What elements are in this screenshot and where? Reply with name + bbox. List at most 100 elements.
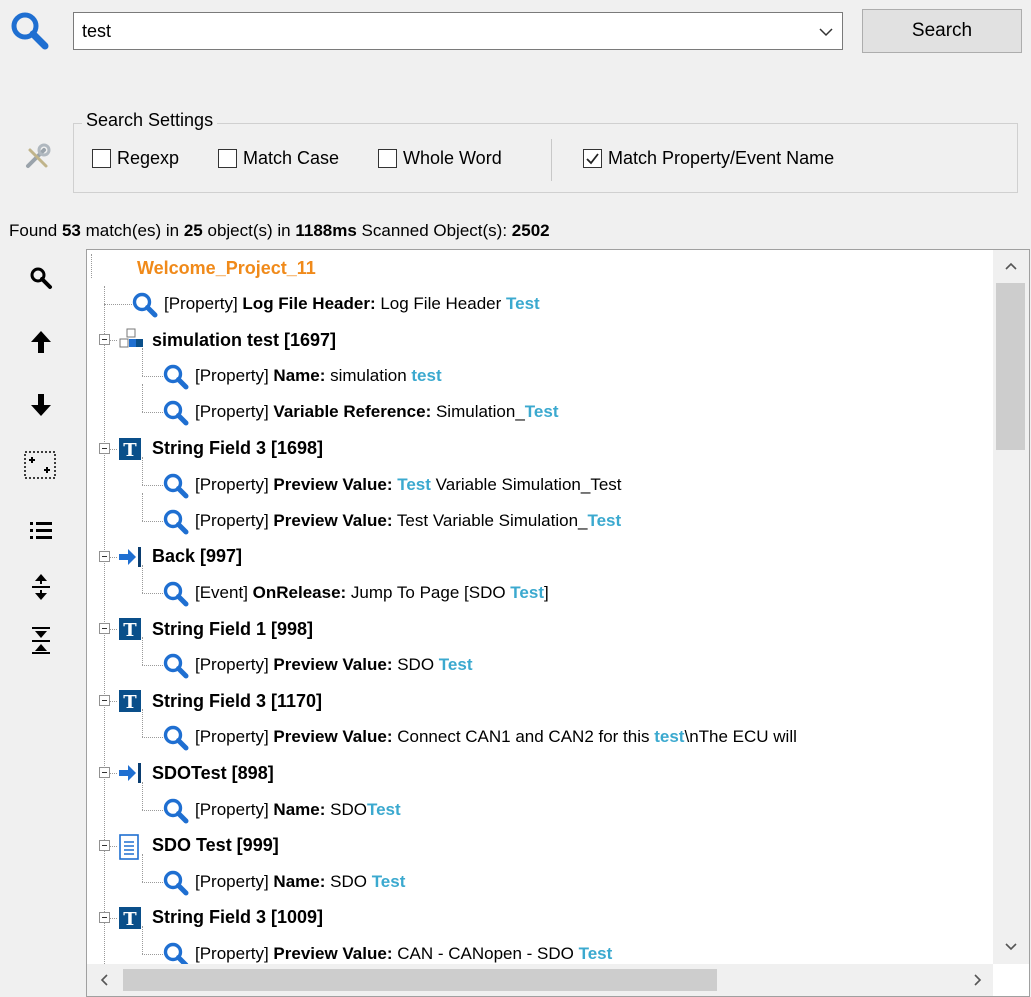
result-type: [Event] <box>195 582 253 602</box>
tree-node[interactable]: T String Field 3 [1170] <box>118 683 322 719</box>
search-icon <box>163 364 189 390</box>
svg-text:T: T <box>123 440 137 461</box>
tree-guide-line <box>142 881 163 883</box>
search-result-item[interactable]: [Property] Name: SDO Test <box>163 864 405 900</box>
result-text: Test Variable Simulation_ <box>392 510 588 530</box>
tree-guide-line <box>142 709 143 738</box>
string-field-icon: T <box>118 437 142 461</box>
search-button[interactable]: Search <box>862 9 1022 53</box>
tree-guide-line <box>142 809 163 811</box>
expand-toggle[interactable] <box>99 550 110 562</box>
result-label: Log File Header: <box>242 294 376 314</box>
collapse-all-icon[interactable] <box>26 625 56 655</box>
result-text: SDO <box>325 871 372 891</box>
search-result-item[interactable]: [Property] Variable Reference: Simulatio… <box>163 394 559 430</box>
tree-guide-line <box>142 781 143 810</box>
tree-guide-line <box>142 348 143 377</box>
svg-text:T: T <box>123 692 137 713</box>
checkbox-box[interactable] <box>583 149 602 168</box>
search-icon <box>163 400 189 426</box>
scroll-down-icon[interactable] <box>1003 939 1019 955</box>
search-result-item[interactable]: [Property] Name: simulation test <box>163 358 442 394</box>
expand-toggle[interactable] <box>99 767 110 779</box>
tree-guide-line <box>142 925 143 954</box>
scroll-right-icon[interactable] <box>970 972 986 988</box>
tools-icon[interactable] <box>22 142 52 172</box>
tree-node[interactable]: T String Field 3 [1698] <box>118 431 323 467</box>
tree-node[interactable]: T String Field 3 [1009] <box>118 900 323 936</box>
expand-toggle[interactable] <box>99 442 110 454</box>
tree-node[interactable]: Back [997] <box>118 539 242 575</box>
result-highlight: Test <box>371 871 406 891</box>
scroll-up-icon[interactable] <box>1003 258 1019 274</box>
tree-guide-line <box>142 665 163 667</box>
search-result-item[interactable]: [Property] Preview Value: Connect CAN1 a… <box>163 719 797 755</box>
match-case-checkbox[interactable]: Match Case <box>218 148 339 169</box>
regexp-checkbox[interactable]: Regexp <box>92 148 179 169</box>
expand-toggle[interactable] <box>99 623 110 634</box>
result-type: [Property] <box>195 510 274 530</box>
expand-toggle[interactable] <box>99 839 110 851</box>
tree-guide-line <box>142 953 163 955</box>
tree-node-title: SDO Test [999] <box>152 835 279 856</box>
tree-node-title: SDOTest [898] <box>152 762 274 783</box>
match-property-checkbox[interactable]: Match Property/Event Name <box>583 148 834 169</box>
checkbox-box[interactable] <box>92 149 111 168</box>
search-result-item[interactable]: [Property] Name: SDO Test <box>163 792 401 828</box>
find-icon[interactable] <box>26 263 56 293</box>
result-highlight: Test <box>587 510 622 530</box>
tree-node[interactable]: simulation test [1697] <box>118 322 336 358</box>
result-text: Variable Simulation_Test <box>430 474 622 494</box>
tree-guide-line <box>142 376 163 378</box>
result-type: [Property] <box>195 799 274 819</box>
whole-word-label: Whole Word <box>403 148 502 168</box>
tree-guide-line <box>110 448 117 450</box>
search-input[interactable] <box>82 13 802 49</box>
page-icon <box>118 833 142 860</box>
search-results-tree[interactable]: Welcome_Project_11 [Property] Log File He… <box>86 249 1030 997</box>
result-type: [Property] <box>195 943 274 963</box>
tree-guide-line <box>110 845 117 847</box>
search-combobox[interactable] <box>73 12 843 50</box>
result-type: [Property] <box>195 402 274 422</box>
expand-toggle[interactable] <box>99 911 110 923</box>
list-icon[interactable] <box>26 515 56 545</box>
result-type: [Property] <box>164 294 243 314</box>
result-type: [Property] <box>195 727 274 747</box>
search-icon <box>163 798 189 823</box>
search-icon <box>163 509 189 535</box>
result-text: ] <box>544 582 549 602</box>
expand-toggle[interactable] <box>99 334 110 346</box>
tree-node-title: String Field 3 [1170] <box>152 690 323 711</box>
svg-text:T: T <box>123 909 137 930</box>
search-result-item[interactable]: [Event] OnRelease: Jump To Page [SDO Tes… <box>163 575 549 611</box>
search-result-item[interactable]: [Property] Preview Value: SDO Test <box>163 647 473 683</box>
horizontal-scroll-thumb[interactable] <box>123 969 717 991</box>
checkbox-box[interactable] <box>218 149 237 168</box>
scroll-left-icon[interactable] <box>96 972 112 988</box>
whole-word-checkbox[interactable]: Whole Word <box>378 148 502 169</box>
string-field-icon: T <box>118 906 142 930</box>
search-result-item[interactable]: [Property] Preview Value: Test Variable … <box>163 503 621 539</box>
tree-root-label: Welcome_Project_11 <box>137 257 316 278</box>
search-icon <box>163 473 189 499</box>
chevron-down-icon[interactable] <box>816 22 836 42</box>
select-area-icon[interactable] <box>22 450 58 480</box>
arrow-up-icon[interactable] <box>26 327 56 357</box>
checkbox-box[interactable] <box>378 149 397 168</box>
search-icon <box>163 870 189 896</box>
tree-root[interactable]: Welcome_Project_11 <box>137 250 316 286</box>
result-highlight: Test <box>510 582 544 602</box>
search-icon <box>163 653 189 679</box>
tree-node-title: String Field 1 [998] <box>152 618 314 639</box>
svg-text:T: T <box>123 620 137 641</box>
tree-node[interactable]: T String Field 1 [998] <box>118 611 313 647</box>
arrow-down-icon[interactable] <box>26 390 56 420</box>
expand-toggle[interactable] <box>99 695 110 707</box>
search-result-item[interactable]: [Property] Preview Value: Test Variable … <box>163 467 622 503</box>
vertical-scroll-thumb[interactable] <box>996 283 1025 450</box>
result-highlight: Test <box>506 294 540 314</box>
expand-all-icon[interactable] <box>26 572 56 602</box>
result-label: Preview Value: <box>273 943 393 963</box>
search-result-item[interactable]: [Property] Log File Header: Log File Hea… <box>132 286 540 322</box>
